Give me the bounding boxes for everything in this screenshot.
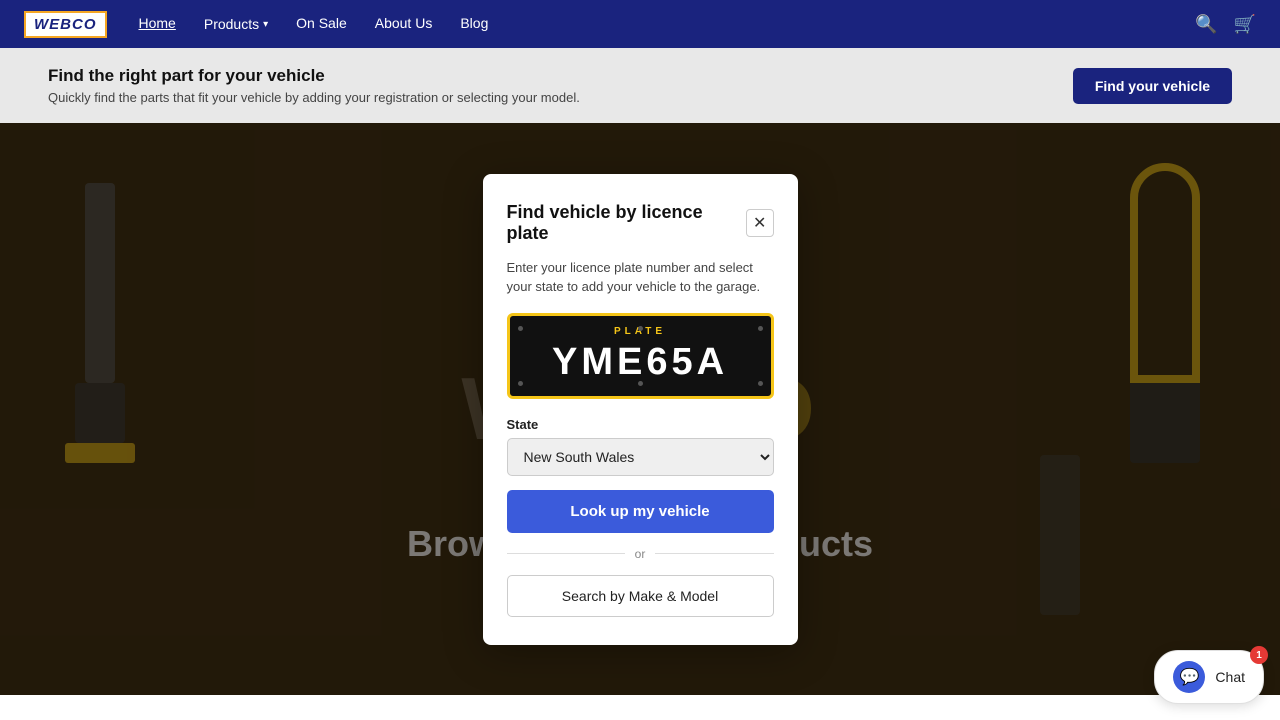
logo-text: WEBCO [24,11,107,38]
make-model-button[interactable]: Search by Make & Model [507,575,774,617]
nav-home[interactable]: Home [139,15,176,31]
divider-line-left [507,553,625,554]
chat-button[interactable]: 💬 Chat [1154,650,1264,704]
plate-label: PLATE [524,326,757,337]
or-text: or [635,547,646,561]
products-dropdown-icon[interactable]: ▾ [263,19,268,30]
chat-container: 💬 Chat 1 [1154,650,1264,704]
licence-plate-modal: Find vehicle by licence plate ✕ Enter yo… [483,174,798,645]
cart-icon[interactable]: 🛒 [1234,14,1256,35]
hero-section: WEBCO Browse our latest products Shop al… [0,123,1280,695]
divider-line-right [655,553,773,554]
nav-blog[interactable]: Blog [460,15,488,31]
banner-text: Find the right part for your vehicle Qui… [48,66,580,105]
dot-tl [518,326,523,331]
chat-icon: 💬 [1173,661,1205,693]
state-label: State [507,417,774,432]
nav-products[interactable]: Products [204,16,259,32]
or-divider: or [507,547,774,561]
nav-links: Home Products ▾ On Sale About Us Blog [139,15,489,33]
modal-header: Find vehicle by licence plate ✕ [507,202,774,244]
logo[interactable]: WEBCO [24,11,107,38]
dot-br [758,381,763,386]
dot-tr [758,326,763,331]
modal-description: Enter your licence plate number and sele… [507,258,774,297]
state-select[interactable]: New South Wales Australian Capital Terri… [507,438,774,476]
nav-right: 🔍 🛒 [1195,14,1256,35]
modal-title: Find vehicle by licence plate [507,202,746,244]
chat-badge: 1 [1250,646,1268,664]
banner-subtitle: Quickly find the parts that fit your veh… [48,90,580,105]
vehicle-banner: Find the right part for your vehicle Qui… [0,48,1280,123]
modal-close-button[interactable]: ✕ [746,209,774,237]
search-icon[interactable]: 🔍 [1195,14,1217,35]
banner-title: Find the right part for your vehicle [48,66,580,86]
chat-widget: 💬 Chat 1 [1154,650,1264,704]
nav-aboutus[interactable]: About Us [375,15,433,31]
licence-plate-display: PLATE YME65A [507,313,774,399]
chat-label: Chat [1215,669,1245,685]
lookup-vehicle-button[interactable]: Look up my vehicle [507,490,774,533]
navbar: WEBCO Home Products ▾ On Sale About Us B… [0,0,1280,48]
nav-left: WEBCO Home Products ▾ On Sale About Us B… [24,11,488,38]
dot-bl [518,381,523,386]
find-vehicle-button[interactable]: Find your vehicle [1073,68,1232,104]
plate-number: YME65A [524,341,757,384]
modal-overlay[interactable]: Find vehicle by licence plate ✕ Enter yo… [0,123,1280,695]
nav-onsale[interactable]: On Sale [296,15,347,31]
